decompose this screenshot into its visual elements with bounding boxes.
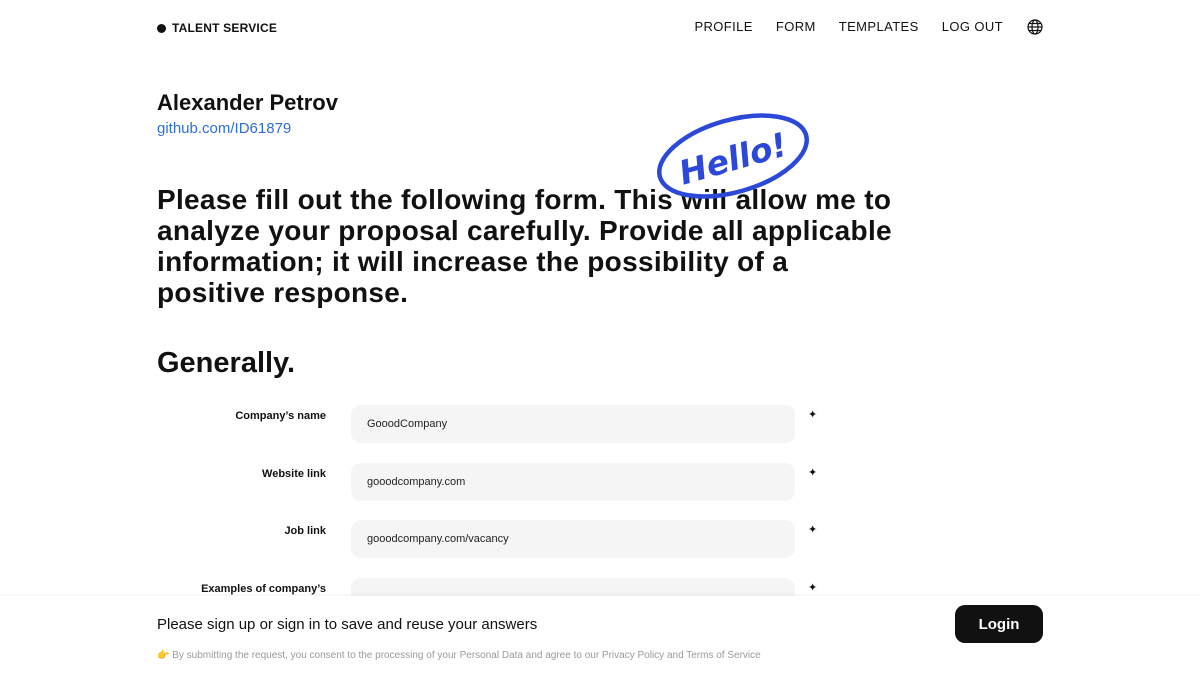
github-link[interactable]: github.com/ID61879 bbox=[157, 120, 291, 137]
job-link-label: Job link bbox=[284, 525, 326, 537]
brand-name: TALENT SERVICE bbox=[172, 21, 278, 35]
required-star-icon: ✦ bbox=[808, 582, 818, 594]
company-name-label: Company’s name bbox=[235, 410, 326, 422]
nav-templates[interactable]: TEMPLATES bbox=[839, 18, 919, 36]
company-name-input[interactable] bbox=[351, 405, 795, 443]
login-button[interactable]: Login bbox=[955, 605, 1043, 643]
required-star-icon: ✦ bbox=[808, 524, 818, 536]
signin-prompt: Please sign up or sign in to save and re… bbox=[157, 616, 538, 633]
website-link-input[interactable] bbox=[351, 463, 795, 501]
consent-text: By submitting the request, you consent t… bbox=[172, 650, 761, 661]
pointing-hand-icon: 👉 bbox=[157, 650, 170, 661]
job-link-input[interactable] bbox=[351, 520, 795, 558]
website-link-label: Website link bbox=[262, 468, 326, 480]
signin-footer-bar: Please sign up or sign in to save and re… bbox=[0, 596, 1200, 675]
profile-name: Alexander Petrov bbox=[157, 90, 338, 115]
field-job-link: Job link ✦ bbox=[0, 520, 1200, 565]
top-header: TALENT SERVICE PROFILE FORM TEMPLATES LO… bbox=[0, 0, 1200, 56]
main-nav: PROFILE FORM TEMPLATES LOG OUT bbox=[671, 18, 1043, 36]
consent-notice: 👉 By submitting the request, you consent… bbox=[157, 650, 761, 661]
brand-logo[interactable]: TALENT SERVICE bbox=[157, 21, 277, 35]
nav-profile[interactable]: PROFILE bbox=[694, 18, 752, 36]
company-examples-label: Examples of company’s bbox=[201, 583, 326, 595]
nav-log-out[interactable]: LOG OUT bbox=[942, 18, 1003, 36]
required-star-icon: ✦ bbox=[808, 409, 818, 421]
field-website-link: Website link ✦ bbox=[0, 463, 1200, 508]
hello-stamp-image: Hello! bbox=[657, 113, 809, 199]
intro-text: Please fill out the following form. This… bbox=[157, 184, 892, 308]
globe-icon[interactable] bbox=[1027, 19, 1043, 35]
brand-dot-icon bbox=[157, 23, 166, 33]
field-company-name: Company’s name ✦ bbox=[0, 405, 1200, 450]
section-title: Generally. bbox=[157, 347, 296, 379]
nav-form[interactable]: FORM bbox=[776, 18, 816, 36]
required-star-icon: ✦ bbox=[808, 467, 818, 479]
